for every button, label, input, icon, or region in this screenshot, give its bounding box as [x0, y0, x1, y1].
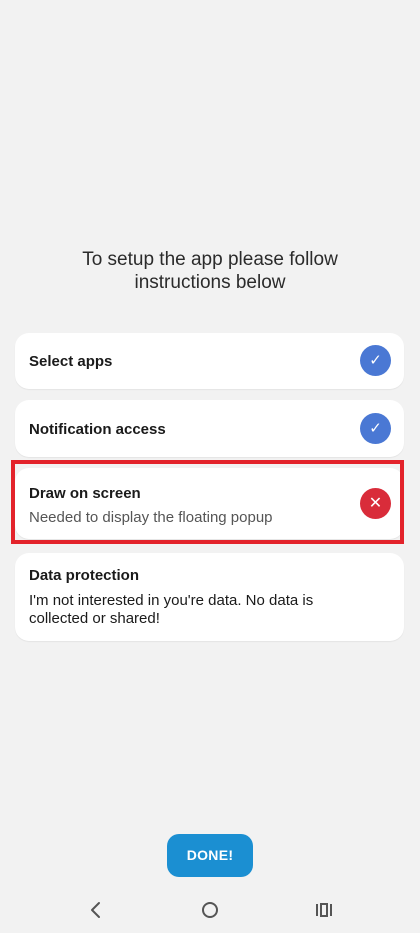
home-icon[interactable]: [194, 896, 226, 924]
draw-on-screen-card[interactable]: Draw on screen Needed to display the flo…: [15, 468, 404, 539]
card-title: Data protection: [29, 567, 140, 584]
recents-icon[interactable]: [308, 896, 340, 924]
check-icon: ✓: [360, 413, 391, 444]
card-title: Draw on screen: [29, 485, 141, 502]
card-title: Notification access: [29, 421, 166, 438]
card-subtitle: Needed to display the floating popup: [29, 509, 273, 526]
notification-access-card[interactable]: Notification access ✓: [15, 400, 404, 457]
data-protection-card: Data protection I'm not interested in yo…: [15, 553, 404, 641]
card-title: Select apps: [29, 353, 113, 370]
setup-instructions: To setup the app please follow instructi…: [82, 249, 338, 293]
back-icon[interactable]: [80, 896, 112, 924]
done-button[interactable]: DONE!: [167, 834, 253, 877]
card-description: I'm not interested in you're data. No da…: [29, 592, 314, 627]
select-apps-card[interactable]: Select apps ✓: [15, 333, 404, 389]
close-icon: ✕: [360, 488, 391, 519]
check-icon: ✓: [360, 345, 391, 376]
